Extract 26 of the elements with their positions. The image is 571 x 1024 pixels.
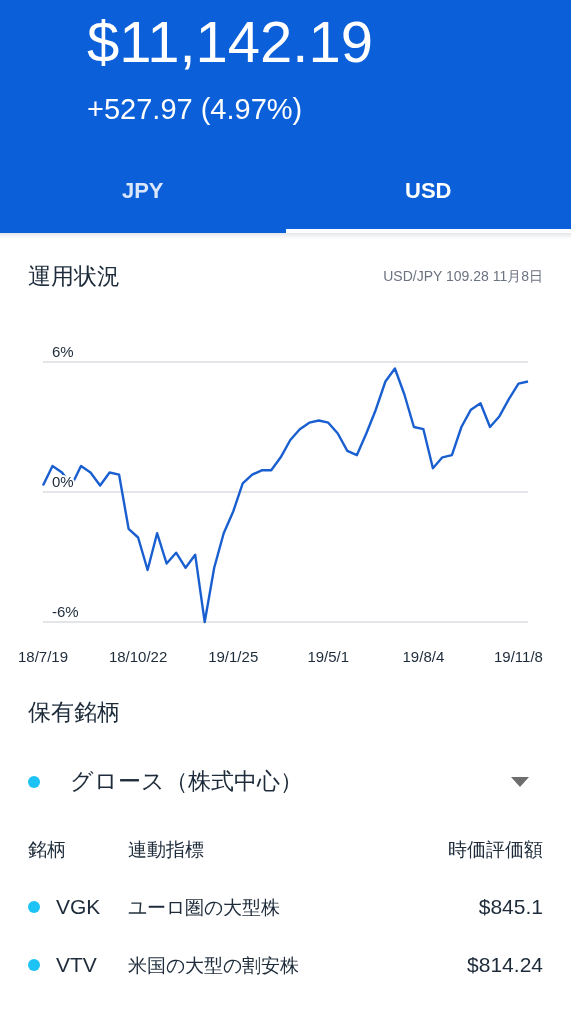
x-axis-label: 19/1/25 xyxy=(208,648,259,665)
x-axis-label: 18/10/22 xyxy=(108,648,168,665)
value-cell-text: $814.24 xyxy=(466,953,543,978)
ticker-cell: VTV xyxy=(56,953,97,977)
column-header: 銘柄 xyxy=(28,837,67,862)
exchange-rate: USD/JPY 109.28 11月8日 xyxy=(383,267,543,286)
x-axis-label: 18/7/19 xyxy=(18,648,68,665)
section-title: 運用状況 xyxy=(28,262,120,291)
x-axis-label: 19/8/4 xyxy=(402,648,445,665)
caret-icon xyxy=(511,776,529,787)
column-header: 連動指標 xyxy=(128,837,205,862)
index-cell-text: ユーロ圏の大型株 xyxy=(128,895,281,920)
portfolio-dropdown[interactable]: グロース（株式中心） xyxy=(28,766,543,797)
section-title: 保有銘柄 xyxy=(27,698,121,727)
index-cell-text: 米国の大型の割安株 xyxy=(128,953,300,978)
currency-tab[interactable]: JPY xyxy=(0,153,286,233)
ticker-cell: VGK xyxy=(56,895,101,919)
balance-amount: $11,142.19 xyxy=(87,10,374,74)
y-axis-label: -6% xyxy=(52,603,79,620)
y-axis-label: 6% xyxy=(52,343,74,360)
portfolio-name: グロース（株式中心） xyxy=(70,767,303,796)
value-cell-text: $845.1 xyxy=(477,895,543,920)
x-axis-label: 19/5/1 xyxy=(307,648,350,665)
column-header: 時価評価額 xyxy=(448,837,543,862)
balance-change: +527.97 (4.97%) xyxy=(87,92,304,126)
x-axis-label: 19/11/8 xyxy=(494,648,543,665)
